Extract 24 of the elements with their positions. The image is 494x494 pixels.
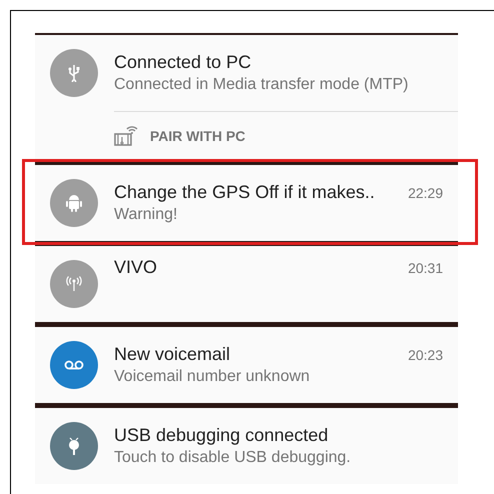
notification-text: Voicemail number unknown bbox=[114, 367, 311, 387]
notification-title: VIVO bbox=[114, 256, 158, 279]
android-icon bbox=[65, 193, 83, 213]
bug-icon bbox=[66, 436, 82, 456]
antenna-icon bbox=[65, 276, 83, 292]
notification-title: Connected to PC bbox=[114, 51, 252, 74]
notification-time: 20:31 bbox=[408, 259, 443, 278]
notification-card[interactable]: USB debugging connected Touch to disable USB debugging. bbox=[35, 408, 458, 484]
notification-card[interactable]: Connected to PC Connected in Media transfer mode (MTP) PAIR WITH PC bbox=[35, 35, 458, 160]
notification-title: USB debugging connected bbox=[114, 424, 328, 447]
notification-text: Touch to disable USB debugging. bbox=[114, 448, 352, 468]
pair-with-pc-button[interactable]: PAIR WITH PC bbox=[114, 112, 458, 160]
wireless-display-icon bbox=[114, 126, 138, 146]
notification-title: Change the GPS Off if it makes.. bbox=[114, 181, 375, 204]
notification-title: New voicemail bbox=[114, 343, 230, 366]
notification-text: Connected in Media transfer mode (MTP) bbox=[114, 75, 410, 95]
usb-icon bbox=[67, 64, 81, 82]
notification-time: 20:23 bbox=[408, 346, 443, 365]
notification-card[interactable]: New voicemail 20:23 Voicemail number unknown bbox=[35, 327, 458, 403]
notification-card[interactable]: Change the GPS Off if it makes.. 22:29 Warning! bbox=[35, 165, 458, 241]
notification-card[interactable]: VIVO 20:31 bbox=[35, 246, 458, 322]
voicemail-icon bbox=[64, 360, 84, 370]
notification-text: Warning! bbox=[114, 205, 178, 225]
notification-time: 22:29 bbox=[408, 184, 443, 203]
